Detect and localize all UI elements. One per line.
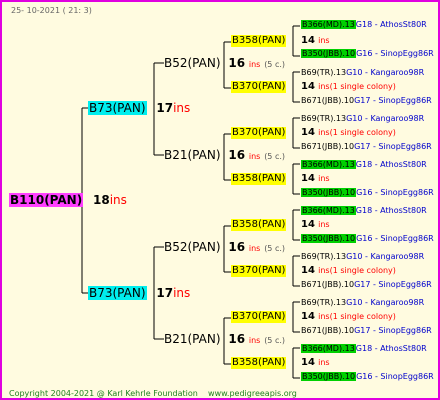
gen3-ins: 14 ins [301, 219, 330, 230]
gen3-name[interactable]: B370(PAN) [231, 311, 287, 323]
gen2-ins-num: 16 [228, 148, 246, 162]
leaf-entry[interactable]: B366(MD).13G18 - AthosSt80R [301, 159, 427, 171]
gen1-name: B73(PAN) [88, 101, 147, 115]
gen2-colonies: (5 c.) [264, 244, 286, 253]
print-date: 25- 10-2021 ( 21: 3) [11, 6, 92, 15]
website-link[interactable]: www.pedigreeapis.org [208, 389, 297, 398]
gen2-colonies: (5 c.) [264, 60, 286, 69]
leaf-entry[interactable]: B366(MD).13G18 - AthosSt80R [301, 19, 427, 31]
gen2-node[interactable]: B21(PAN) 16 ins (5 c.) [164, 332, 285, 348]
pedigree-chart: { "header": {"date": "25- 10-2021 ( 21: … [0, 0, 440, 400]
leaf-entry[interactable]: B350(JBB).10G16 - SinopEgg86R [301, 371, 434, 383]
gen2-ins-label: ins [248, 60, 261, 69]
gen2-node[interactable]: B21(PAN) 16 ins (5 c.) [164, 148, 285, 164]
gen3-ins: 14 ins [301, 35, 330, 46]
gen2-ins-num: 16 [228, 332, 246, 346]
gen3-name[interactable]: B370(PAN) [231, 265, 287, 277]
gen2-ins-label: ins [248, 336, 261, 345]
gen2-colonies: (5 c.) [264, 152, 286, 161]
gen2-name: B52(PAN) [164, 56, 221, 70]
gen2-node[interactable]: B52(PAN) 16 ins (5 c.) [164, 56, 285, 72]
leaf-entry[interactable]: B69(TR).13G10 - Kangaroo98R [301, 251, 424, 263]
gen3-ins: 14 ins(1 single colony) [301, 311, 396, 322]
gen3-name[interactable]: B358(PAN) [231, 35, 287, 47]
gen2-ins-num: 16 [228, 56, 246, 70]
gen1-node[interactable]: B73(PAN) 17ins [88, 101, 190, 115]
leaf-entry[interactable]: B366(MD).13G18 - AthosSt80R [301, 205, 427, 217]
gen2-name: B21(PAN) [164, 332, 221, 346]
leaf-entry[interactable]: B69(TR).13G10 - Kangaroo98R [301, 297, 424, 309]
leaf-entry[interactable]: B366(MD).13G18 - AthosSt80R [301, 343, 427, 355]
leaf-entry[interactable]: B671(JBB).10G17 - SinopEgg86R [301, 95, 432, 107]
leaf-entry[interactable]: B350(JBB).10G16 - SinopEgg86R [301, 48, 434, 60]
gen3-name[interactable]: B358(PAN) [231, 219, 287, 231]
gen2-ins-label: ins [248, 244, 261, 253]
gen3-name[interactable]: B370(PAN) [231, 81, 287, 93]
gen2-name: B21(PAN) [164, 148, 221, 162]
gen3-ins: 14 ins(1 single colony) [301, 265, 396, 276]
gen2-name: B52(PAN) [164, 240, 221, 254]
gen1-name: B73(PAN) [88, 286, 147, 300]
gen1-ins-label: ins [173, 286, 191, 300]
gen2-colonies: (5 c.) [264, 336, 286, 345]
gen2-ins-label: ins [248, 152, 261, 161]
leaf-entry[interactable]: B671(JBB).10G17 - SinopEgg86R [301, 279, 432, 291]
root-node[interactable]: B110(PAN) 18ins [9, 193, 127, 207]
gen3-ins: 14 ins(1 single colony) [301, 81, 396, 92]
leaf-entry[interactable]: B350(JBB).10G16 - SinopEgg86R [301, 187, 434, 199]
gen1-ins-label: ins [173, 101, 191, 115]
leaf-entry[interactable]: B671(JBB).10G17 - SinopEgg86R [301, 141, 432, 153]
gen3-name[interactable]: B358(PAN) [231, 357, 287, 369]
leaf-entry[interactable]: B350(JBB).10G16 - SinopEgg86R [301, 233, 434, 245]
copyright-footer: Copyright 2004-2021 @ Karl Kehrle Founda… [9, 389, 297, 398]
leaf-entry[interactable]: B69(TR).13G10 - Kangaroo98R [301, 113, 424, 125]
gen3-ins: 14 ins [301, 357, 330, 368]
leaf-entry[interactable]: B671(JBB).10G17 - SinopEgg86R [301, 325, 432, 337]
gen3-ins: 14 ins(1 single colony) [301, 127, 396, 138]
gen2-ins-num: 16 [228, 240, 246, 254]
gen1-ins-num: 17 [156, 101, 174, 115]
gen3-ins: 14 ins [301, 173, 330, 184]
leaf-entry[interactable]: B69(TR).13G10 - Kangaroo98R [301, 67, 424, 79]
root-ins-label: ins [109, 193, 127, 207]
gen1-ins-num: 17 [156, 286, 174, 300]
gen3-name[interactable]: B370(PAN) [231, 127, 287, 139]
root-ins-num: 18 [93, 193, 110, 207]
gen2-node[interactable]: B52(PAN) 16 ins (5 c.) [164, 240, 285, 256]
root-name: B110(PAN) [9, 193, 84, 207]
gen1-node[interactable]: B73(PAN) 17ins [88, 286, 190, 300]
gen3-name[interactable]: B358(PAN) [231, 173, 287, 185]
